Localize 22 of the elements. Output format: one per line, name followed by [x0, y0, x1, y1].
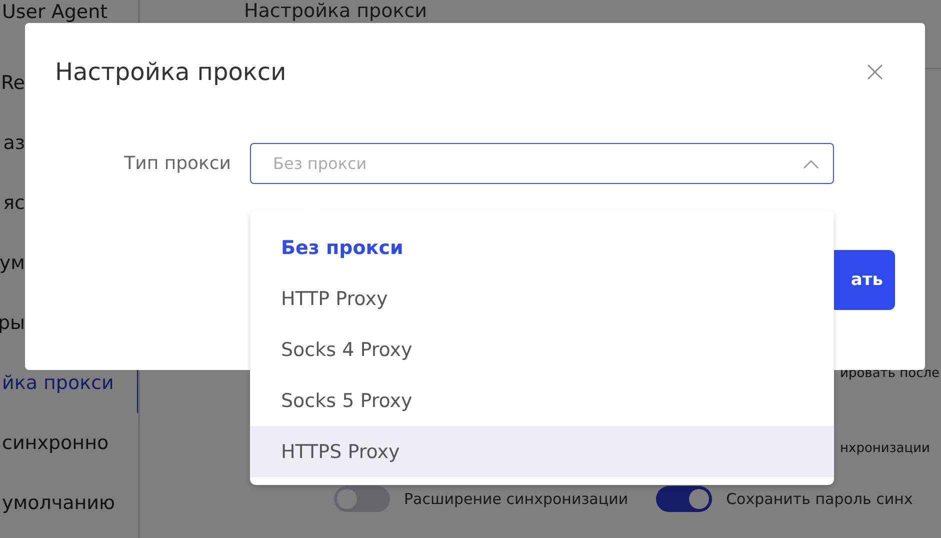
setting-label: ировать после [840, 366, 941, 381]
dropdown-option[interactable]: Socks 4 Proxy [250, 324, 834, 375]
sidebar-item[interactable]: Re [0, 53, 25, 113]
sidebar-item[interactable]: User Agent [0, 0, 138, 24]
sidebar-item[interactable]: умолчанию [0, 473, 138, 533]
dropdown-option[interactable]: HTTPS Proxy [250, 426, 834, 477]
toggle-switch[interactable] [656, 486, 712, 512]
field-label: Тип прокси [123, 153, 231, 174]
close-icon[interactable] [867, 64, 883, 80]
toggle-switch[interactable] [334, 486, 390, 512]
sidebar-item[interactable]: аз [0, 113, 25, 173]
sidebar-item[interactable]: яс [0, 173, 25, 233]
page-title: Настройка прокси [244, 0, 428, 24]
sidebar-item[interactable]: ум [0, 233, 25, 293]
chevron-icon [803, 158, 819, 168]
setting-label: нхронизации [840, 441, 931, 456]
sidebar-item[interactable]: ры [0, 293, 25, 353]
dialog-title: Настройка прокси [55, 58, 286, 86]
toggle-label: Сохранить пароль синх [726, 490, 913, 508]
dropdown-option[interactable]: Socks 5 Proxy [250, 375, 834, 426]
toggle-label: Расширение синхронизации [404, 490, 628, 508]
sidebar-item[interactable]: синхронно [0, 413, 138, 473]
